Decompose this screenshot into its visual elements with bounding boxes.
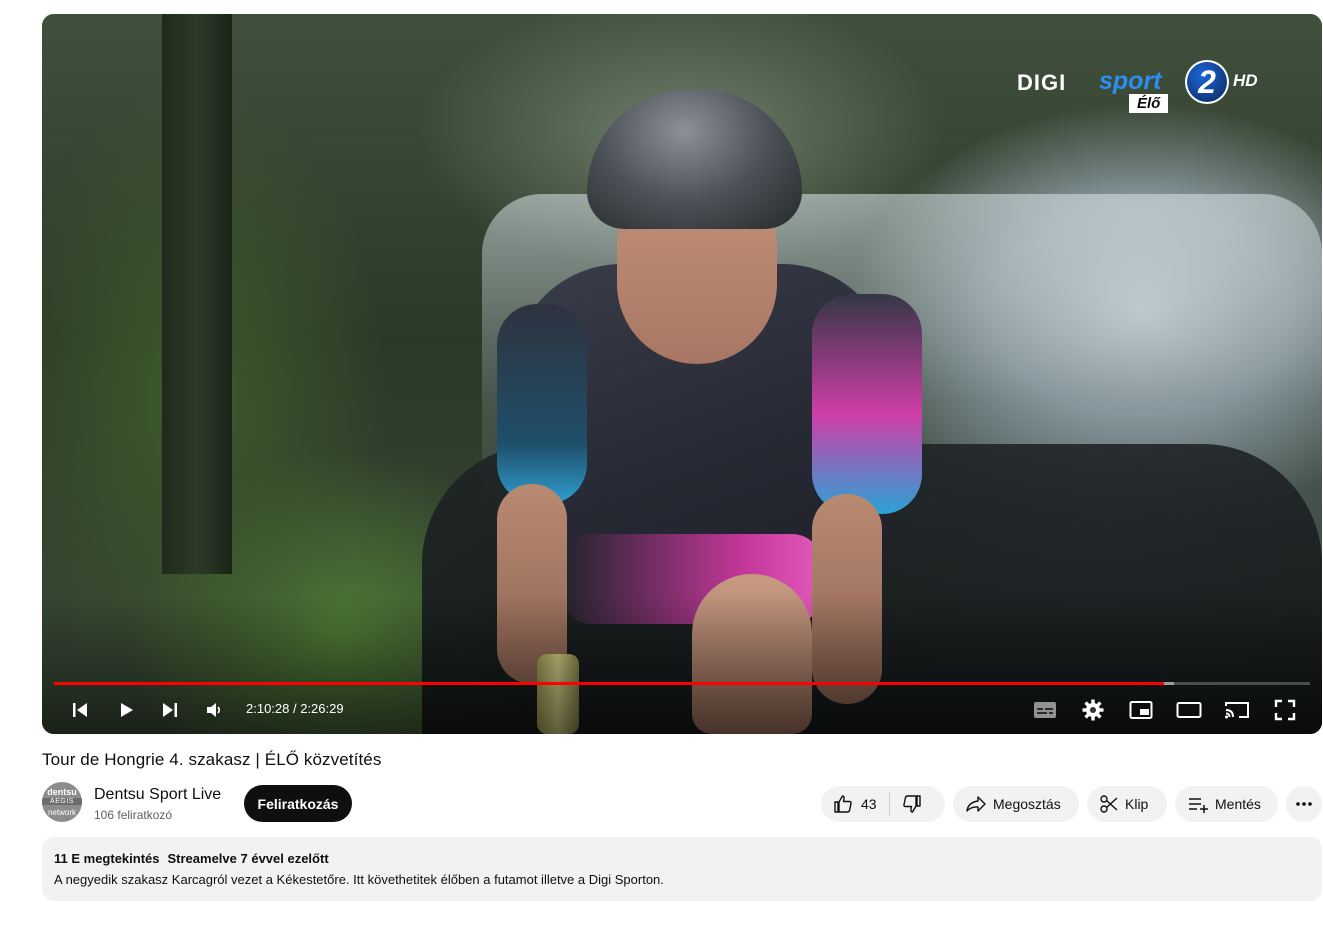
- video-title: Tour de Hongrie 4. szakasz | ÉLŐ közvetí…: [42, 750, 382, 769]
- like-count: 43: [861, 796, 877, 812]
- description-box[interactable]: 11 E megtekintés Streamelve 7 évvel ezelő…: [42, 837, 1322, 901]
- avatar-text-line-3: network: [47, 808, 76, 817]
- streamed-date: Streamelve 7 évvel ezelőtt: [167, 851, 329, 866]
- volume-button[interactable]: [198, 694, 230, 726]
- settings-button[interactable]: [1076, 694, 1110, 726]
- progress-bar[interactable]: [54, 682, 1310, 685]
- time-separator: /: [289, 701, 301, 716]
- logo-sport: sport: [1099, 67, 1162, 95]
- video-cyclist-sleeve-left: [497, 304, 587, 504]
- save-button[interactable]: Mentés: [1175, 786, 1278, 822]
- progress-played: [54, 682, 1165, 685]
- add-to-playlist-icon: [1189, 798, 1208, 813]
- view-count: 11 E megtekintés: [54, 851, 160, 866]
- share-label: Megosztás: [993, 796, 1061, 812]
- logo-quality: HD: [1233, 71, 1258, 90]
- previous-button[interactable]: [62, 694, 98, 726]
- description-text: A negyedik szakasz Karcagról vezet a Kék…: [54, 872, 664, 887]
- more-horizontal-icon: [1296, 802, 1312, 806]
- like-dislike-group: 43: [821, 786, 945, 822]
- subscribe-button[interactable]: Feliratkozás: [244, 785, 352, 822]
- play-icon: [121, 703, 133, 717]
- play-button[interactable]: [108, 694, 144, 726]
- channel-name[interactable]: Dentsu Sport Live: [94, 786, 221, 804]
- description-meta: 11 E megtekintés Streamelve 7 évvel ezelő…: [54, 851, 1310, 866]
- share-icon: [966, 796, 986, 812]
- subscriber-count: 106 feliratkozó: [94, 808, 173, 822]
- miniplayer-icon: [1129, 701, 1153, 719]
- next-button[interactable]: [152, 694, 188, 726]
- like-button[interactable]: 43: [821, 786, 889, 822]
- avatar-text-line-2: AEGIS: [42, 798, 82, 805]
- miniplayer-button[interactable]: [1124, 694, 1158, 726]
- thumbs-down-icon: [902, 795, 921, 813]
- time-total: 2:26:29: [300, 701, 344, 716]
- subtitles-icon: [1034, 702, 1056, 718]
- volume-icon: [207, 703, 221, 717]
- channel-avatar[interactable]: dentsu AEGIS network: [42, 782, 82, 822]
- video-tree: [162, 14, 232, 574]
- logo-channel-number: 2: [1185, 60, 1229, 104]
- logo-brand: DIGI: [1017, 70, 1067, 95]
- logo-live-label: Élő: [1129, 94, 1169, 113]
- time-display: 2:10:28 / 2:26:29: [246, 701, 344, 716]
- cast-button[interactable]: [1220, 694, 1254, 726]
- fullscreen-button[interactable]: [1268, 694, 1302, 726]
- fullscreen-icon: [1274, 699, 1296, 721]
- video-player[interactable]: DIGI sport 2 HD Élő 2:10:28 / 2:26:29: [42, 14, 1322, 734]
- theater-mode-button[interactable]: [1172, 694, 1206, 726]
- subtitles-button[interactable]: [1028, 694, 1062, 726]
- previous-icon: [73, 703, 87, 717]
- more-actions-button[interactable]: [1286, 786, 1322, 822]
- cast-icon: [1225, 702, 1249, 719]
- gear-icon: [1082, 699, 1104, 721]
- video-cyclist-sleeve-right: [812, 294, 922, 514]
- share-button[interactable]: Megosztás: [953, 786, 1079, 822]
- clip-button[interactable]: Klip: [1087, 786, 1167, 822]
- next-icon: [163, 703, 177, 717]
- time-current: 2:10:28: [246, 701, 290, 716]
- theater-mode-icon: [1176, 702, 1202, 718]
- channel-watermark-logo: DIGI sport 2 HD Élő: [1017, 60, 1267, 118]
- scissors-icon: [1100, 795, 1118, 813]
- thumbs-up-icon: [834, 795, 852, 813]
- dislike-button[interactable]: [890, 786, 922, 822]
- clip-label: Klip: [1125, 796, 1149, 812]
- save-label: Mentés: [1215, 796, 1261, 812]
- avatar-text-line-1: dentsu: [47, 787, 77, 797]
